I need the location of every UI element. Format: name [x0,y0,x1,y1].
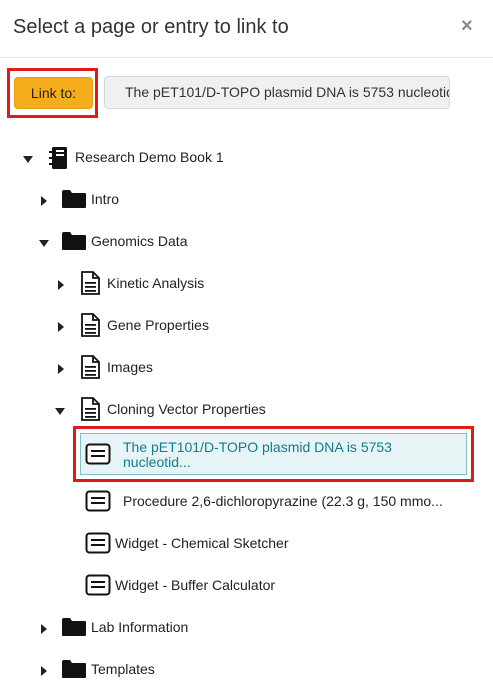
caret-right-icon[interactable] [39,195,51,207]
tree-entry-selected[interactable]: The pET101/D-TOPO plasmid DNA is 5753 nu… [80,433,467,475]
caret-right-icon[interactable] [56,279,68,291]
caret-right-icon[interactable] [39,623,51,635]
folder-icon [61,617,87,637]
folder-icon [61,231,87,251]
page-icon [79,313,101,337]
tree-label-kinetic: Kinetic Analysis [107,275,205,291]
entry-icon [85,574,111,596]
tree-label-lab: Lab Information [91,619,189,635]
tree-label-intro: Intro [91,191,120,207]
tree-label-images: Images [107,359,153,375]
caret-down-icon[interactable] [39,237,51,249]
caret-down-icon[interactable] [55,405,67,417]
dialog-title: Select a page or entry to link to [13,16,289,38]
tree-label-cloning: Cloning Vector Properties [107,401,266,417]
close-icon[interactable]: × [461,15,473,37]
link-to-button[interactable]: Link to: [14,77,93,109]
link-target-field[interactable]: The pET101/D-TOPO plasmid DNA is 5753 nu… [104,76,450,109]
dialog-header: Select a page or entry to link to × [0,0,493,58]
tree-label-genomics: Genomics Data [91,233,188,249]
caret-down-icon[interactable] [23,153,35,165]
page-icon [79,355,101,379]
folder-icon [61,659,87,679]
tree-label-entry-buffer: Widget - Buffer Calculator [115,577,276,593]
tree-label-entry-selected: The pET101/D-TOPO plasmid DNA is 5753 nu… [123,439,392,470]
page-icon [79,397,101,421]
entry-icon [85,490,111,512]
tree-label-templates: Templates [91,661,155,677]
tree-label-entry-sketcher: Widget - Chemical Sketcher [115,535,289,551]
caret-right-icon[interactable] [56,321,68,333]
caret-right-icon[interactable] [56,363,68,375]
entry-icon [85,443,111,465]
caret-right-icon[interactable] [39,665,51,677]
page-icon [79,271,101,295]
notebook-icon [47,146,69,170]
tree-label-book: Research Demo Book 1 [75,149,224,165]
entry-icon [85,532,111,554]
tree-label-entry-procedure: Procedure 2,6-dichloropyrazine (22.3 g, … [123,493,443,509]
tree-label-gene: Gene Properties [107,317,209,333]
folder-icon [61,189,87,209]
